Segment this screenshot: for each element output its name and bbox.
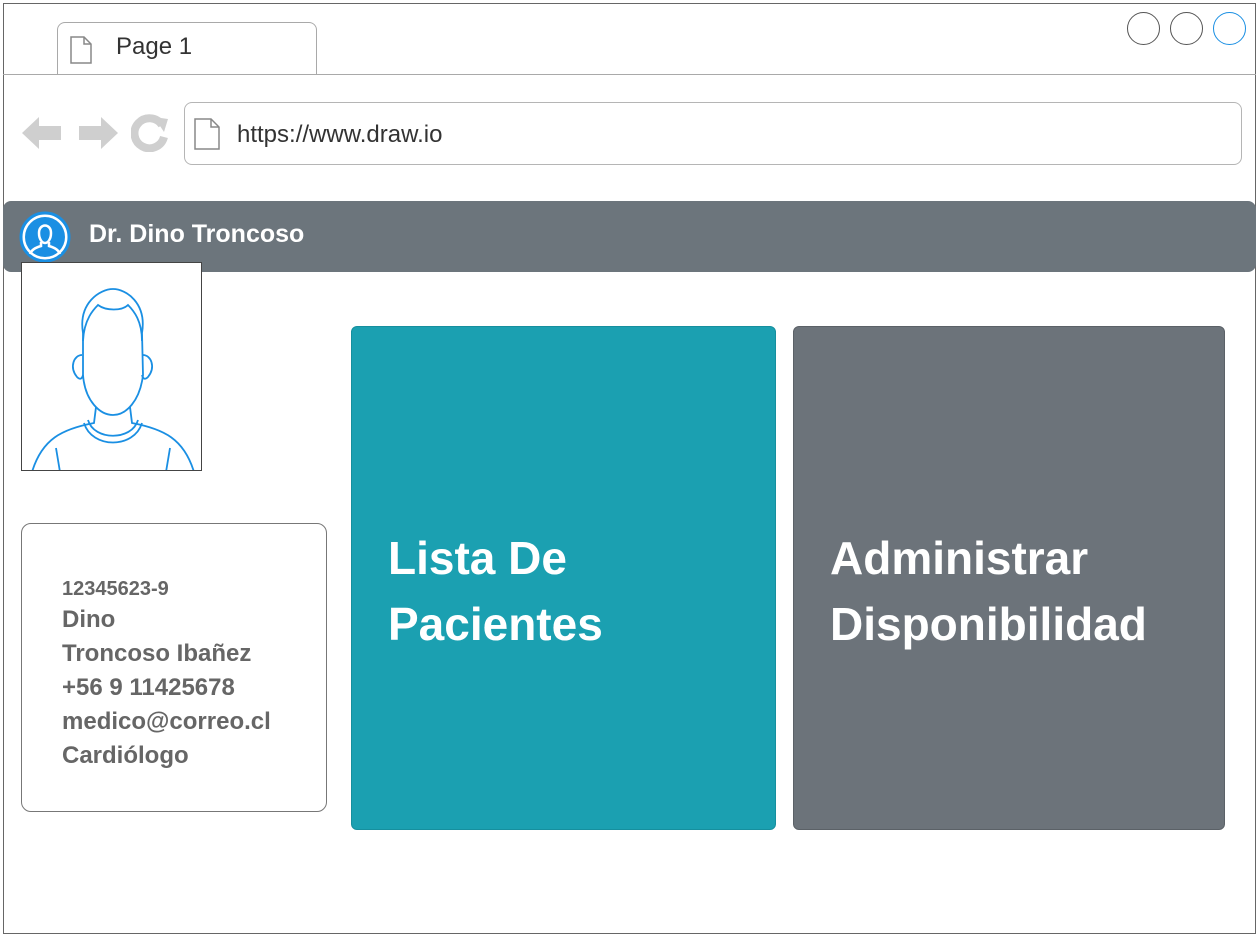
tab-page-1[interactable]: Page 1: [57, 22, 317, 75]
user-circle-icon[interactable]: [19, 211, 71, 263]
profile-last-names: Troncoso Ibañez: [62, 640, 252, 667]
document-icon: [70, 36, 92, 64]
profile-email: medico@correo.cl: [62, 708, 271, 735]
patient-list-button[interactable]: Lista De Pacientes: [351, 326, 776, 830]
reload-icon[interactable]: [131, 114, 169, 152]
minimize-button[interactable]: [1127, 12, 1160, 45]
close-button[interactable]: [1213, 12, 1246, 45]
url-text: https://www.draw.io: [237, 121, 443, 148]
manage-availability-label-line1: Administrar: [830, 532, 1089, 584]
manage-availability-label-line2: Disponibilidad: [830, 598, 1147, 650]
patient-list-label-line1: Lista De: [388, 532, 567, 584]
back-arrow-icon[interactable]: [22, 116, 62, 150]
maximize-button[interactable]: [1170, 12, 1203, 45]
profile-photo: [21, 262, 202, 471]
profile-info-card: 12345623-9 Dino Troncoso Ibañez +56 9 11…: [21, 523, 327, 812]
tabstrip-divider: [3, 74, 1256, 75]
patient-list-label-line2: Pacientes: [388, 598, 603, 650]
tab-label: Page 1: [116, 33, 193, 60]
profile-specialty: Cardiólogo: [62, 742, 189, 769]
profile-phone: +56 9 11425678: [62, 674, 235, 701]
doctor-name: Dr. Dino Troncoso: [89, 220, 305, 248]
profile-first-name: Dino: [62, 606, 116, 633]
forward-arrow-icon[interactable]: [78, 116, 118, 150]
manage-availability-button[interactable]: Administrar Disponibilidad: [793, 326, 1225, 830]
profile-rut: 12345623-9: [62, 578, 169, 600]
address-bar[interactable]: https://www.draw.io: [184, 102, 1242, 165]
document-icon: [194, 118, 220, 150]
user-avatar-icon: [31, 288, 195, 470]
